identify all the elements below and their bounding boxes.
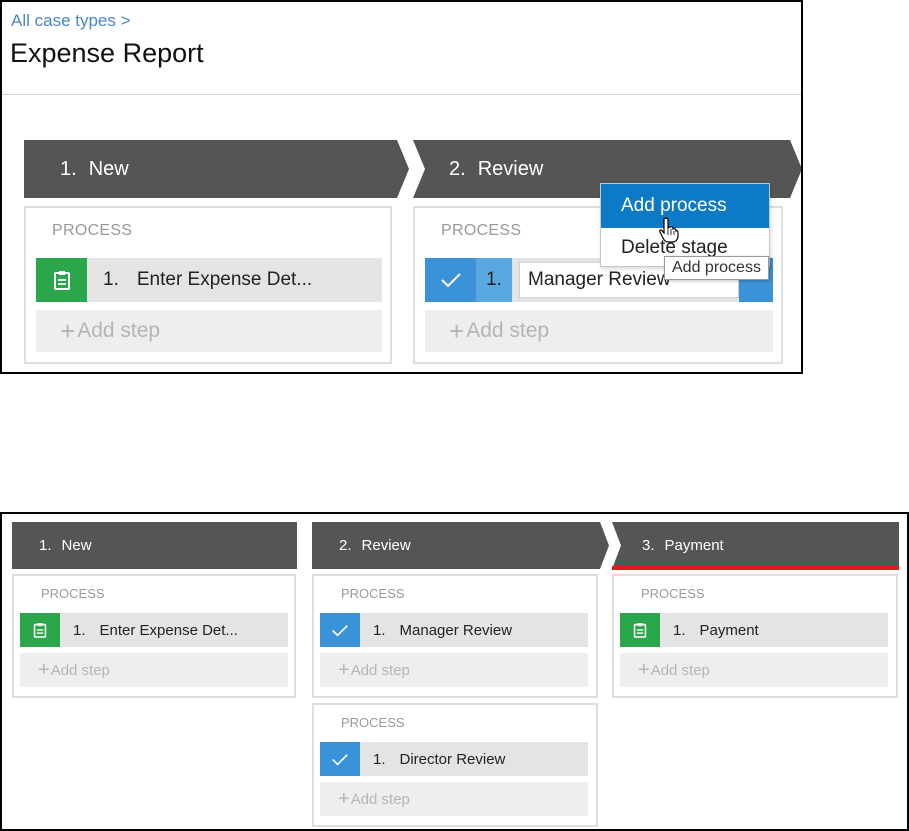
stage-name: New [88,157,129,180]
stage-payment[interactable]: 3. Payment [612,522,899,569]
plus-icon: + [338,658,350,681]
clipboard-icon [36,258,87,302]
stage-new[interactable]: 1. New [24,140,409,198]
add-step-button[interactable]: + Add step [20,653,288,687]
step-name: Director Review [399,750,506,768]
stage-new[interactable]: 1. New [12,522,297,569]
step-manager-review[interactable]: 1. Manager Review [320,613,588,647]
add-step-button[interactable]: + Add step [320,782,588,816]
process-card: PROCESS 1. Payment + Add step [612,574,898,698]
step-number: 1. [373,621,386,639]
clipboard-icon [20,613,60,647]
tooltip: Add process [664,256,769,280]
add-step-button[interactable]: + Add step [320,653,588,687]
checkmark-icon [320,613,360,647]
process-label: PROCESS [341,586,405,601]
stage-number: 1. [39,537,52,554]
stage-review[interactable]: 2. Review [312,522,609,569]
page-title: Expense Report [10,38,204,68]
divider [2,94,801,95]
stage-number: 2. [339,537,352,554]
process-label: PROCESS [641,586,705,601]
step-name: Payment [699,621,759,639]
add-step-button[interactable]: + Add step [425,310,773,352]
step-enter-expense-details[interactable]: 1. Enter Expense Det... [36,258,382,302]
step-director-review[interactable]: 1. Director Review [320,742,588,776]
plus-icon: + [38,658,50,681]
step-number: 1. [73,621,86,639]
process-card: PROCESS 1. Enter Expense Det... + Add st… [24,206,392,364]
stage-name: Review [361,537,411,554]
add-step-label: Add step [466,319,550,342]
process-label: PROCESS [441,222,522,239]
case-designer-panel-before: All case types > Expense Report 1. New 2… [0,0,803,374]
process-card: PROCESS 1. Director Review + Add step [312,703,598,827]
stage-number: 3. [642,537,655,554]
step-number: 1. [476,258,512,302]
step-payment[interactable]: 1. Payment [620,613,888,647]
add-step-label: Add step [650,661,710,679]
stage-name: New [61,537,92,554]
plus-icon: + [60,315,76,346]
add-step-button[interactable]: + Add step [36,310,382,352]
step-name: Enter Expense Det... [99,621,238,639]
hand-cursor-icon [659,217,679,243]
breadcrumb[interactable]: All case types > [11,11,131,31]
step-name: Enter Expense Det... [136,269,313,290]
process-label: PROCESS [341,715,405,730]
stage-number: 1. [60,157,77,180]
stage-name: Payment [664,537,724,554]
step-number: 1. [373,750,386,768]
process-label: PROCESS [41,586,105,601]
case-designer-panel-after: 1. New 2. Review 3. Payment PROCESS 1. E… [0,512,909,831]
step-enter-expense-details[interactable]: 1. Enter Expense Det... [20,613,288,647]
process-label: PROCESS [52,222,133,239]
checkmark-icon [320,742,360,776]
step-number: 1. [673,621,686,639]
plus-icon: + [338,787,350,810]
step-name: Manager Review [399,621,513,639]
stage-number: 2. [449,157,466,180]
step-number: 1. [103,269,119,290]
menu-item-add-process[interactable]: Add process [601,184,769,228]
plus-icon: + [638,658,650,681]
add-step-label: Add step [350,790,410,808]
selected-stage-indicator [612,566,899,570]
plus-icon: + [449,315,465,346]
process-card: PROCESS 1. Enter Expense Det... + Add st… [12,574,296,698]
add-step-label: Add step [350,661,410,679]
clipboard-icon [620,613,660,647]
add-step-label: Add step [77,319,161,342]
stage-name: Review [477,157,544,180]
process-card: PROCESS 1. Manager Review + Add step [312,574,598,698]
add-step-button[interactable]: + Add step [620,653,888,687]
add-step-label: Add step [50,661,110,679]
checkmark-icon [425,258,476,302]
stage-context-menu: Add process Delete stage [600,183,770,267]
